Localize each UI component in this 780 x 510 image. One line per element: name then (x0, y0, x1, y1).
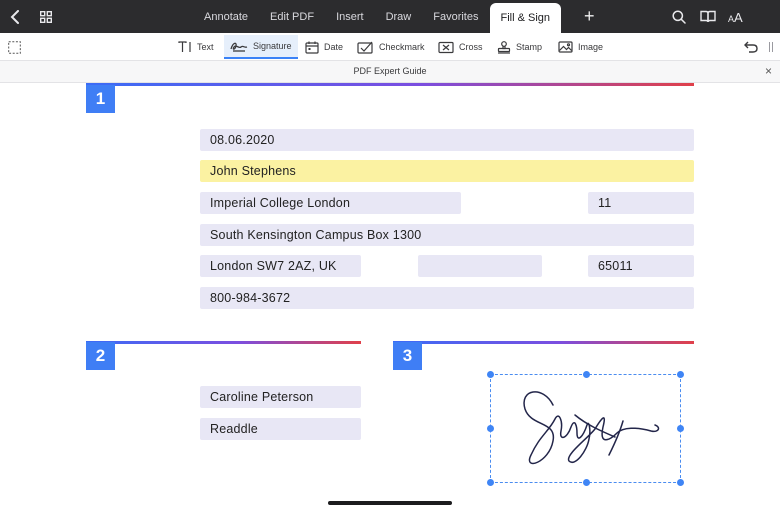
close-document-button[interactable]: × (765, 64, 772, 78)
tab-annotate[interactable]: Annotate (193, 0, 259, 33)
search-icon[interactable] (671, 0, 687, 33)
contact-name-field[interactable]: Caroline Peterson (200, 386, 361, 408)
image-icon (558, 41, 573, 53)
cross-tool[interactable]: Cross (432, 35, 489, 59)
grid-icon[interactable] (38, 0, 54, 33)
image-tool[interactable]: Image (552, 35, 609, 59)
svg-text:A: A (734, 10, 743, 23)
text-tool-label: Text (197, 42, 214, 52)
resize-handle-bottom[interactable] (583, 479, 590, 486)
address-field[interactable]: South Kensington Campus Box 1300 (200, 224, 694, 246)
resize-handle-right[interactable] (677, 425, 684, 432)
section-2-divider (86, 341, 361, 344)
text-size-icon[interactable]: AA (727, 0, 747, 33)
resize-handle-left[interactable] (487, 425, 494, 432)
resize-handle-bottom-left[interactable] (487, 479, 494, 486)
document-title: PDF Expert Guide (353, 66, 427, 76)
select-tool[interactable] (2, 35, 27, 59)
section-3-number: 3 (393, 342, 422, 370)
signature-tool[interactable]: Signature (224, 35, 298, 59)
section-1-number: 1 (86, 85, 115, 113)
company-field[interactable]: Readdle (200, 418, 361, 440)
signature-icon (230, 40, 248, 52)
tab-draw[interactable]: Draw (375, 0, 423, 33)
tab-insert[interactable]: Insert (325, 0, 375, 33)
tab-favorites[interactable]: Favorites (422, 0, 489, 33)
resize-handle-top-left[interactable] (487, 371, 494, 378)
resize-handle-top[interactable] (583, 371, 590, 378)
phone-field[interactable]: 800-984-3672 (200, 287, 694, 309)
resize-handle-bottom-right[interactable] (677, 479, 684, 486)
empty-field[interactable] (418, 255, 542, 277)
signature-selection-box[interactable] (487, 371, 684, 486)
checkmark-tool[interactable]: Checkmark (351, 35, 431, 59)
cross-tool-label: Cross (459, 42, 483, 52)
checkmark-icon (357, 41, 374, 54)
top-bar: Annotate Edit PDF Insert Draw Favorites … (0, 0, 780, 33)
signature-tool-label: Signature (253, 41, 292, 51)
date-tool[interactable]: Date (299, 35, 349, 59)
home-indicator[interactable] (328, 501, 452, 505)
tab-edit-pdf[interactable]: Edit PDF (259, 0, 325, 33)
institution-field[interactable]: Imperial College London (200, 192, 461, 214)
selection-icon (8, 40, 21, 54)
resize-handle-top-right[interactable] (677, 371, 684, 378)
postcode-field[interactable]: 65011 (588, 255, 694, 277)
date-field[interactable]: 08.06.2020 (200, 129, 694, 151)
text-icon (178, 41, 192, 53)
date-tool-label: Date (324, 42, 344, 52)
section-2-number: 2 (86, 342, 115, 370)
back-chevron-icon[interactable] (6, 0, 24, 33)
checkmark-tool-label: Checkmark (379, 42, 425, 52)
document-title-bar: PDF Expert Guide × (0, 61, 780, 83)
tab-fill-and-sign[interactable]: Fill & Sign (489, 3, 562, 33)
image-tool-label: Image (578, 42, 604, 52)
stamp-tool[interactable]: Stamp (491, 35, 548, 59)
institution-number-field[interactable]: 11 (588, 192, 694, 214)
stamp-tool-label: Stamp (516, 42, 543, 52)
add-tab-button[interactable]: + (573, 0, 606, 33)
name-field[interactable]: John Stephens (200, 160, 694, 182)
book-icon[interactable] (699, 0, 717, 33)
text-tool[interactable]: Text (172, 35, 220, 59)
toolbar-drag-handle[interactable] (762, 35, 780, 59)
calendar-icon (305, 41, 319, 54)
section-1-divider (86, 83, 694, 86)
cross-icon (438, 41, 454, 54)
section-3-divider (393, 341, 694, 344)
mode-tabs: Annotate Edit PDF Insert Draw Favorites … (193, 0, 606, 33)
signature-drawing (523, 391, 660, 465)
city-field[interactable]: London SW7 2AZ, UK (200, 255, 361, 277)
undo-button[interactable] (738, 35, 764, 59)
drag-handle-icon (768, 41, 774, 53)
undo-icon (744, 41, 758, 53)
stamp-icon (497, 40, 511, 54)
fill-sign-toolbar: Text Signature Date Checkmark Cross Stam… (0, 33, 780, 61)
